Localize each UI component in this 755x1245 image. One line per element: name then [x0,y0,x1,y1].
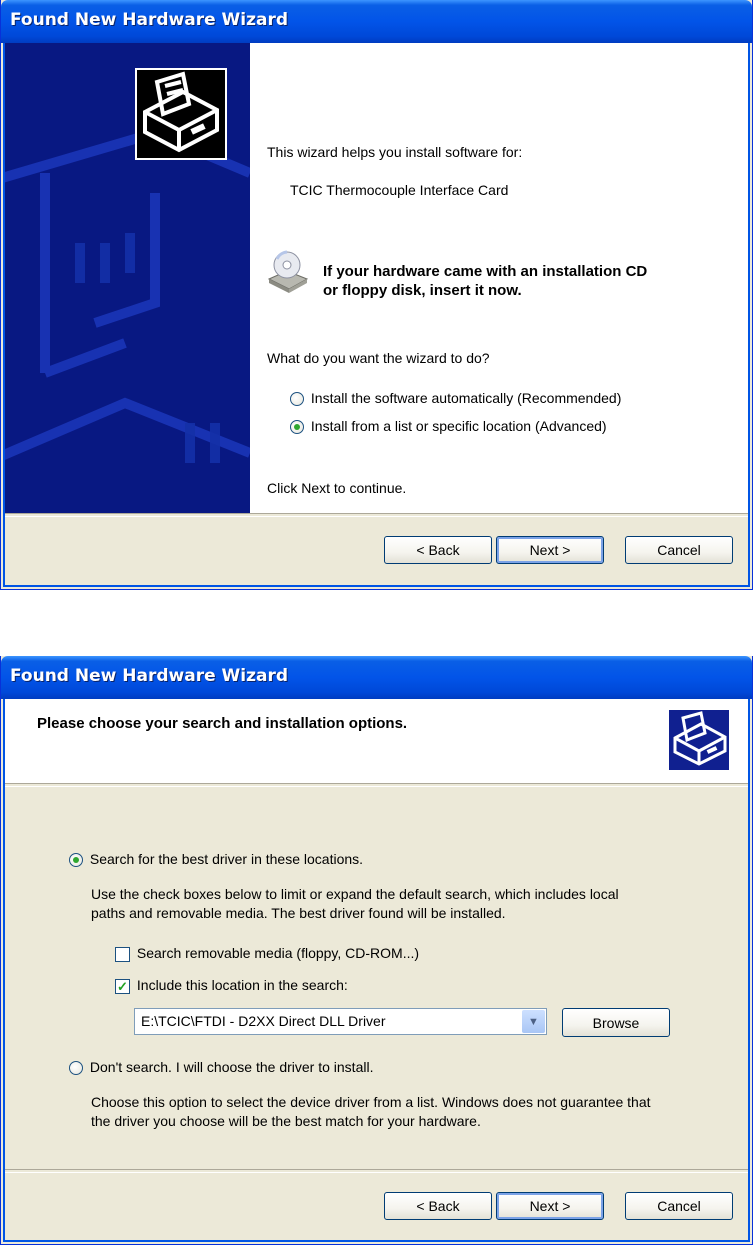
cancel-button[interactable]: Cancel [625,1192,733,1220]
title-bar[interactable]: Found New Hardware Wizard [1,0,752,43]
next-button[interactable]: Next > [496,536,604,564]
back-button[interactable]: < Back [384,1192,492,1220]
chevron-down-icon[interactable]: ▼ [522,1010,545,1033]
search-desc-line1: Use the check boxes below to limit or ex… [91,886,619,902]
removable-media-option[interactable]: Search removable media (floppy, CD-ROM..… [115,945,419,962]
wizard-window-search-options: Found New Hardware Wizard Please choose … [0,656,753,1245]
option-advanced-label: Install from a list or specific location… [310,418,607,434]
header-title: Please choose your search and installati… [37,715,408,732]
radio-dont-search[interactable] [69,1061,83,1076]
next-button[interactable]: Next > [496,1192,604,1220]
include-location-label: Include this location in the search: [136,977,348,993]
radio-auto[interactable] [290,392,304,407]
option-auto[interactable]: Install the software automatically (Reco… [290,390,622,407]
search-option[interactable]: Search for the best driver in these loca… [69,851,364,868]
welcome-panel: This wizard helps you install software f… [250,43,748,513]
title-bar[interactable]: Found New Hardware Wizard [1,656,752,699]
back-button[interactable]: < Back [384,536,492,564]
continue-hint: Click Next to continue. [267,480,407,496]
hardware-icon [135,68,227,160]
removable-media-checkbox[interactable] [115,946,130,962]
radio-advanced[interactable] [290,420,304,435]
search-option-label: Search for the best driver in these loca… [89,851,364,867]
window-title: Found New Hardware Wizard [10,10,289,30]
window-body: Please choose your search and installati… [3,699,750,1242]
wizard-window-welcome: Found New Hardware Wizard This wizard he… [0,0,753,590]
include-location-option[interactable]: ✓ Include this location in the search: [115,977,348,994]
cd-prompt: If your hardware came with an installati… [323,262,647,300]
wizard-header: Please choose your search and installati… [5,699,748,783]
removable-media-label: Search removable media (floppy, CD-ROM..… [136,945,420,961]
browse-button[interactable]: Browse [562,1008,670,1037]
header-separator [5,783,748,787]
cd-drive-icon [267,249,309,293]
window-body: This wizard helps you install software f… [3,43,750,587]
button-separator [5,1169,748,1173]
option-advanced[interactable]: Install from a list or specific location… [290,418,607,435]
search-description: Use the check boxes below to limit or ex… [91,885,619,923]
cd-prompt-line1: If your hardware came with an installati… [323,263,648,280]
dont-search-label: Don't search. I will choose the driver t… [89,1059,374,1075]
radio-search[interactable] [69,853,83,868]
hardware-icon [668,709,730,771]
option-auto-label: Install the software automatically (Reco… [310,390,622,406]
dont-desc-line1: Choose this option to select the device … [91,1094,651,1110]
location-combobox[interactable]: E:\TCIC\FTDI - D2XX Direct DLL Driver ▼ [134,1008,547,1035]
intro-text: This wizard helps you install software f… [267,144,523,160]
dont-search-option[interactable]: Don't search. I will choose the driver t… [69,1059,374,1076]
question-text: What do you want the wizard to do? [267,350,490,366]
search-desc-line2: paths and removable media. The best driv… [91,905,506,921]
dont-desc-line2: the driver you choose will be the best m… [91,1113,481,1129]
include-location-checkbox[interactable]: ✓ [115,978,130,994]
wizard-banner [5,43,250,513]
location-value: E:\TCIC\FTDI - D2XX Direct DLL Driver [141,1013,386,1029]
cancel-button[interactable]: Cancel [625,536,733,564]
window-title: Found New Hardware Wizard [10,666,289,686]
cd-prompt-line2: or floppy disk, insert it now. [323,282,522,299]
button-separator [5,513,748,517]
dont-search-description: Choose this option to select the device … [91,1093,651,1131]
device-name: TCIC Thermocouple Interface Card [290,182,509,198]
